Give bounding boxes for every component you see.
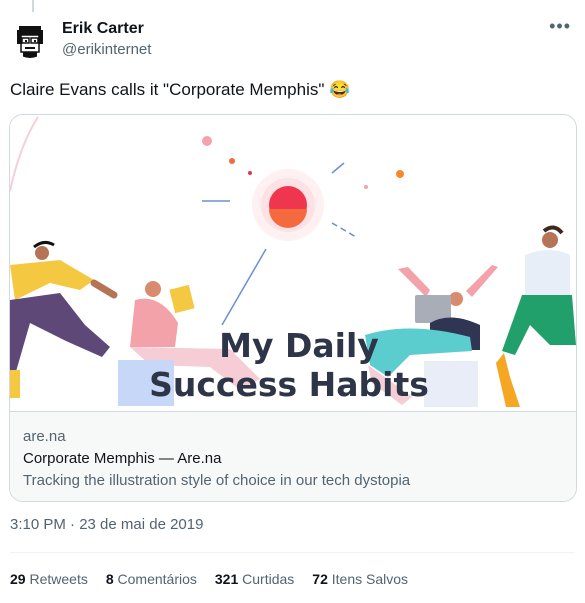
- stat-count: 29: [10, 571, 26, 587]
- card-image-heading-line2: Success Habits: [149, 365, 429, 404]
- stat-count: 8: [105, 571, 114, 587]
- divider: [10, 552, 575, 553]
- stat-saved[interactable]: 72 Itens Salvos: [312, 571, 408, 587]
- author-handle[interactable]: @erikinternet: [62, 41, 151, 58]
- stat-likes[interactable]: 321 Curtidas: [215, 571, 294, 587]
- stat-retweets[interactable]: 29 Retweets: [10, 571, 88, 587]
- stat-label: Itens Salvos: [331, 571, 409, 587]
- stat-label: Retweets: [29, 571, 88, 587]
- card-image-heading-line1: My Daily: [219, 326, 379, 365]
- card-image: My Daily Success Habits: [10, 115, 576, 411]
- stat-count: 72: [312, 571, 328, 587]
- card-meta: are.na Corporate Memphis — Are.na Tracki…: [10, 411, 576, 501]
- stat-comments[interactable]: 8 Comentários: [106, 571, 197, 587]
- timestamp[interactable]: 3:10 PM · 23 de mai de 2019: [10, 516, 203, 533]
- card-domain: are.na: [23, 428, 66, 445]
- avatar[interactable]: [12, 22, 48, 58]
- card-description: Tracking the illustration style of choic…: [23, 472, 411, 489]
- stat-label: Curtidas: [242, 571, 295, 587]
- laughing-emoji-icon: 😂: [329, 80, 351, 99]
- thread-line: [32, 0, 34, 12]
- stat-count: 321: [214, 571, 239, 587]
- engagement-stats: 29 Retweets 8 Comentários 321 Curtidas 7…: [10, 571, 408, 587]
- author-name[interactable]: Erik Carter: [62, 20, 144, 38]
- tweet-body: Claire Evans calls it "Corporate Memphis…: [10, 80, 325, 99]
- more-options-icon[interactable]: •••: [549, 16, 571, 37]
- card-title: Corporate Memphis — Are.na: [23, 450, 222, 467]
- tweet-text: Claire Evans calls it "Corporate Memphis…: [10, 79, 350, 101]
- stat-label: Comentários: [117, 571, 197, 587]
- link-card[interactable]: My Daily Success Habits are.na Corporate…: [9, 114, 577, 502]
